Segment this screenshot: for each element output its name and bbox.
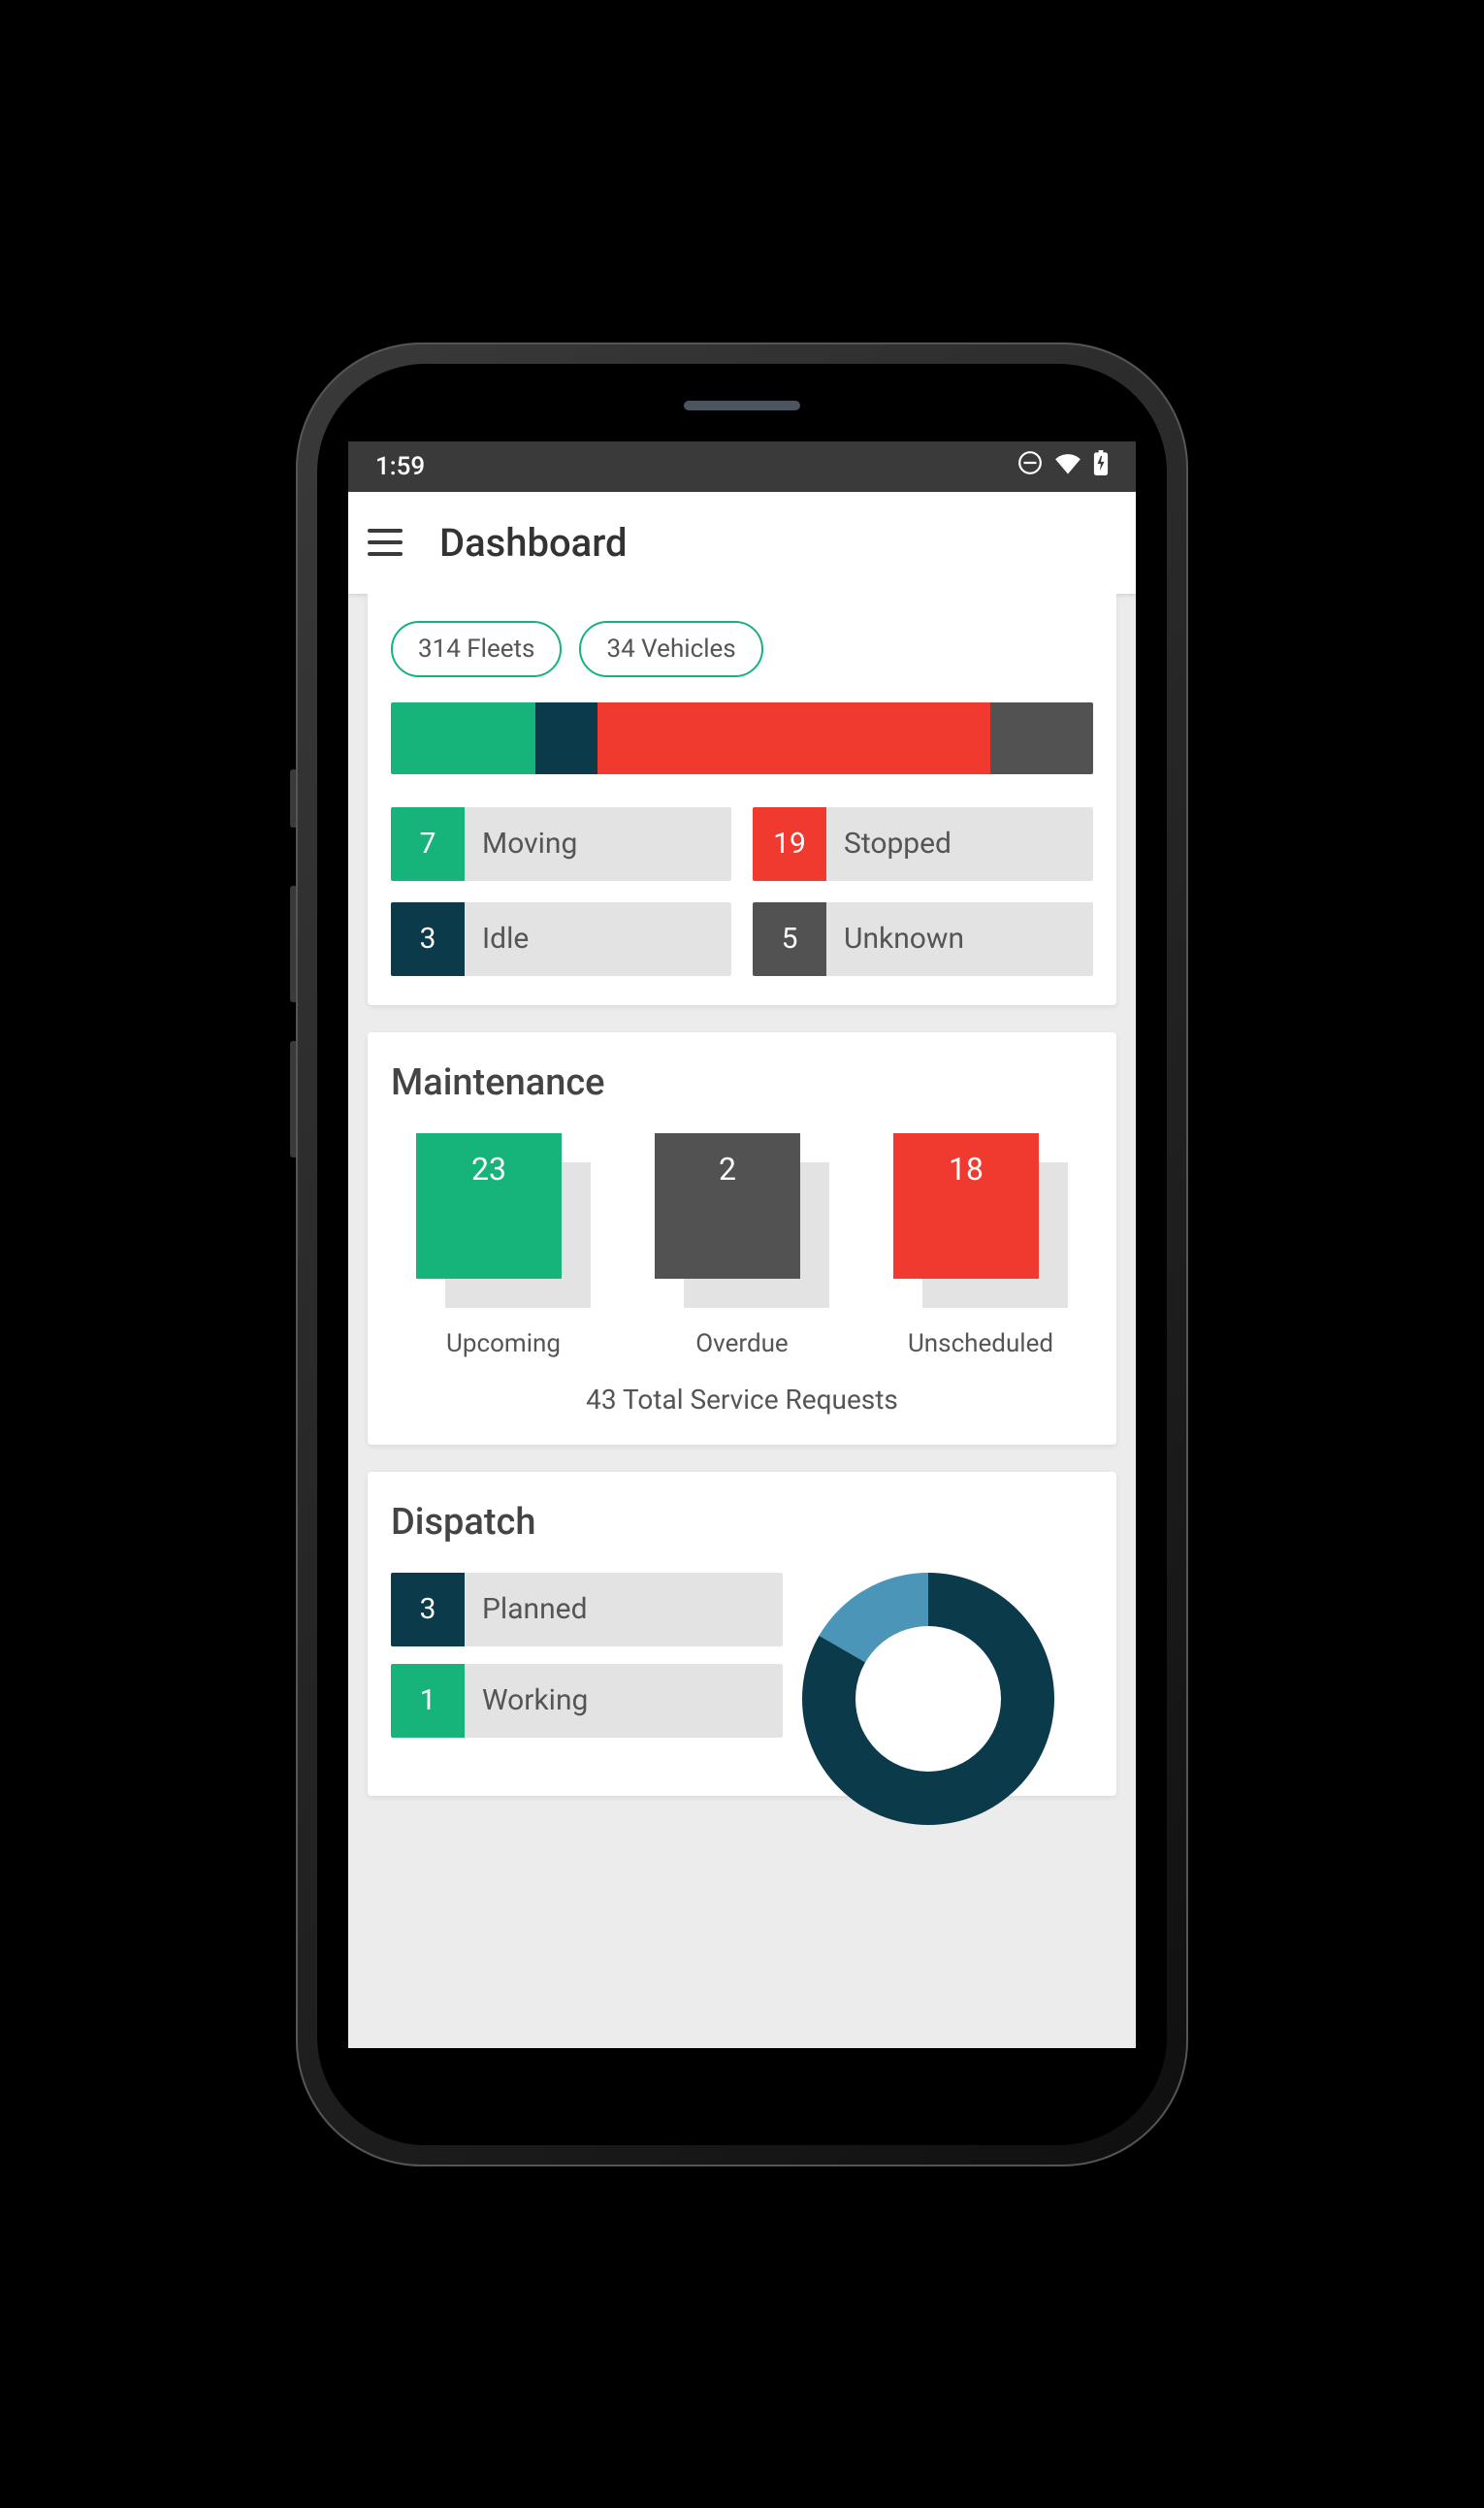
dispatch-pill-working[interactable]: 1Working — [391, 1664, 783, 1738]
phone-side-button — [290, 769, 296, 828]
status-label: Stopped — [826, 807, 1093, 881]
maintenance-label: Upcoming — [446, 1329, 561, 1358]
status-pill-idle[interactable]: 3Idle — [391, 902, 731, 976]
dispatch-card: Dispatch 3Planned1Working — [368, 1472, 1116, 1796]
dispatch-label: Working — [465, 1664, 783, 1738]
phone-bezel: 1:59 Dashboard — [317, 364, 1167, 2145]
fleet-status-grid: 7Moving 19Stopped 3Idle 5Unknown — [391, 807, 1093, 976]
status-label: Unknown — [826, 902, 1093, 976]
status-pill-unknown[interactable]: 5Unknown — [753, 902, 1093, 976]
maintenance-box: 23 — [416, 1133, 591, 1308]
wifi-icon — [1054, 452, 1081, 481]
maintenance-box: 18 — [893, 1133, 1068, 1308]
status-pill-moving[interactable]: 7Moving — [391, 807, 731, 881]
status-pill-stopped[interactable]: 19Stopped — [753, 807, 1093, 881]
maintenance-label: Overdue — [695, 1329, 788, 1358]
dispatch-count: 3 — [391, 1573, 465, 1646]
chip-fleets[interactable]: 314 Fleets — [391, 621, 562, 677]
screen: 1:59 Dashboard — [348, 441, 1136, 2048]
maintenance-item-overdue[interactable]: 2 Overdue — [629, 1133, 855, 1358]
battery-icon — [1093, 450, 1109, 482]
fleet-status-card: 314 Fleets 34 Vehicles 7Moving 19Stopped 3… — [368, 594, 1116, 1005]
menu-icon[interactable] — [368, 529, 403, 556]
status-time: 1:59 — [375, 452, 425, 481]
do-not-disturb-icon — [1017, 450, 1043, 482]
maintenance-row: 23 Upcoming 2 Overdue 18 Unscheduled — [391, 1133, 1093, 1358]
bar-segment — [597, 702, 990, 774]
status-label: Moving — [465, 807, 731, 881]
bar-segment — [990, 702, 1093, 774]
maintenance-item-unscheduled[interactable]: 18 Unscheduled — [868, 1133, 1093, 1358]
maintenance-title: Maintenance — [391, 1061, 1093, 1104]
bar-segment — [535, 702, 597, 774]
app-bar: Dashboard — [348, 492, 1136, 594]
bar-segment — [391, 702, 535, 774]
maintenance-total: 43 Total Service Requests — [391, 1384, 1093, 1416]
status-label: Idle — [465, 902, 731, 976]
status-count: 19 — [753, 807, 826, 881]
box-front: 2 — [655, 1133, 800, 1279]
maintenance-box: 2 — [655, 1133, 829, 1308]
maintenance-label: Unscheduled — [908, 1329, 1053, 1358]
donut-icon — [802, 1573, 1054, 1825]
chip-vehicles[interactable]: 34 Vehicles — [579, 621, 762, 677]
box-front: 18 — [893, 1133, 1039, 1279]
box-front: 23 — [416, 1133, 562, 1279]
phone-side-button — [290, 1041, 296, 1157]
dispatch-list: 3Planned1Working — [391, 1573, 783, 1767]
phone-frame: 1:59 Dashboard — [296, 342, 1188, 2166]
fleet-status-bar — [391, 702, 1093, 774]
dispatch-pill-planned[interactable]: 3Planned — [391, 1573, 783, 1646]
maintenance-item-upcoming[interactable]: 23 Upcoming — [391, 1133, 616, 1358]
dispatch-label: Planned — [465, 1573, 783, 1646]
dispatch-title: Dispatch — [391, 1501, 1093, 1544]
content-scroll[interactable]: 314 Fleets 34 Vehicles 7Moving 19Stopped 3… — [348, 594, 1136, 2048]
status-count: 5 — [753, 902, 826, 976]
status-bar: 1:59 — [348, 441, 1136, 492]
dispatch-count: 1 — [391, 1664, 465, 1738]
status-count: 3 — [391, 902, 465, 976]
status-count: 7 — [391, 807, 465, 881]
dispatch-donut-chart — [802, 1573, 1093, 1767]
page-title: Dashboard — [439, 520, 628, 566]
maintenance-card: Maintenance 23 Upcoming 2 Overdue 18 Unschedu… — [368, 1032, 1116, 1445]
phone-side-button — [290, 886, 296, 1002]
phone-speaker — [684, 401, 800, 410]
